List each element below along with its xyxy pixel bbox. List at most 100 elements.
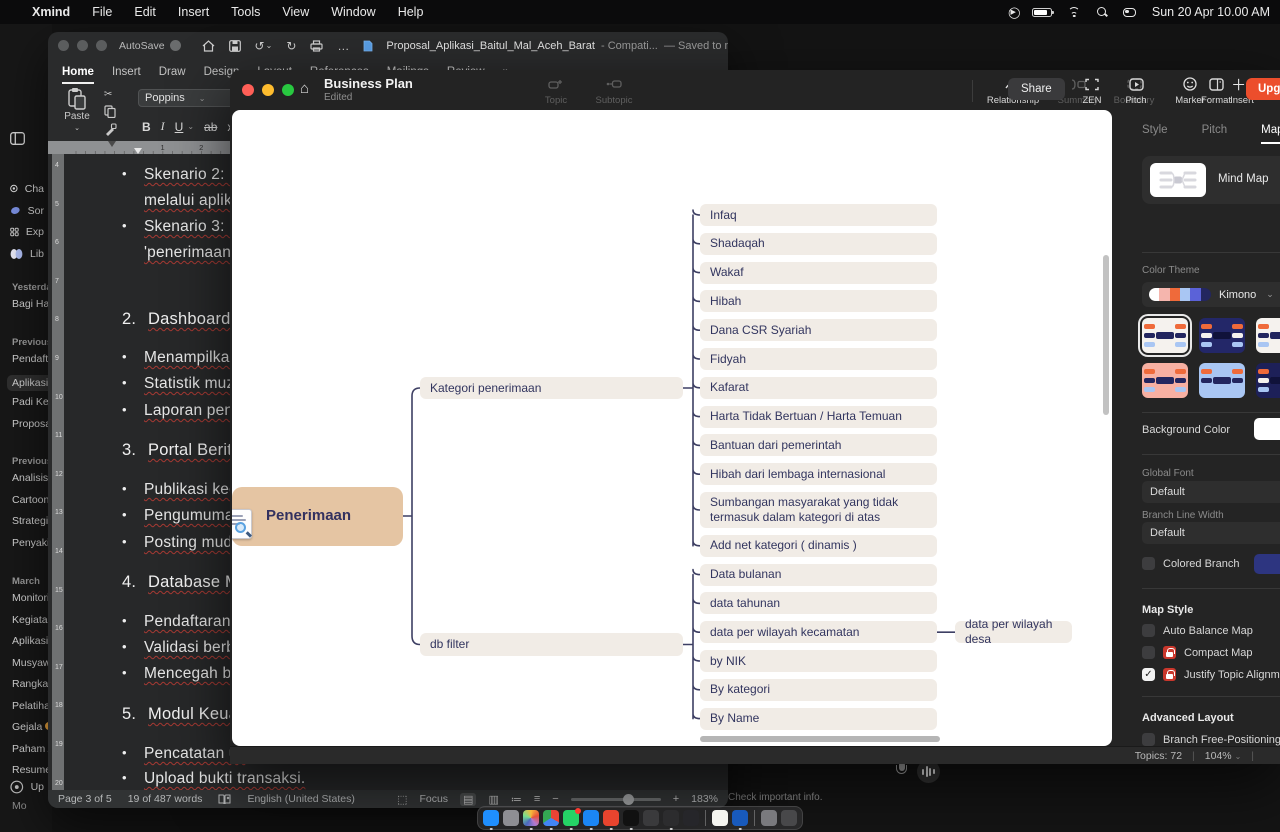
chat-history-item[interactable]: Cartoon — [12, 494, 49, 506]
chat-history-item[interactable]: Kegiatan — [12, 614, 52, 626]
dock-finder-icon[interactable] — [483, 810, 499, 826]
chat-history-item[interactable]: Monitori — [12, 592, 49, 604]
sub-topic[interactable]: data per wilayah desa — [955, 621, 1072, 643]
web-layout-view-icon[interactable]: ▥ — [488, 793, 498, 806]
chatgpt-logo-nav-item[interactable]: Cha — [10, 182, 44, 195]
xmind-share-button[interactable]: Share — [1008, 78, 1065, 100]
menu-insert[interactable]: Insert — [178, 5, 209, 19]
print-icon[interactable] — [310, 40, 323, 52]
minimize-button[interactable] — [262, 84, 274, 96]
dock-folder-icon[interactable] — [643, 810, 659, 826]
autosave-toggle[interactable]: AutoSave — [119, 40, 181, 52]
theme-thumbnail[interactable] — [1256, 363, 1280, 398]
menu-view[interactable]: View — [282, 5, 309, 19]
search-icon[interactable] — [1097, 7, 1107, 17]
dock-word-icon[interactable] — [732, 810, 748, 826]
dock-photos-icon[interactable] — [523, 810, 539, 826]
canvas-vertical-scrollbar[interactable] — [1103, 255, 1109, 415]
menu-edit[interactable]: Edit — [134, 5, 156, 19]
colored-branch-checkbox[interactable]: Colored Branch — [1142, 557, 1239, 570]
theme-thumbnail[interactable] — [1142, 363, 1188, 398]
cut-icon[interactable]: ✂ — [104, 89, 112, 100]
library-nav-item[interactable]: Lib — [10, 248, 44, 260]
close-button[interactable] — [242, 84, 254, 96]
upgrade-button[interactable]: Upgrade — [1246, 78, 1280, 100]
sub-topic[interactable]: Add net kategori ( dinamis ) — [700, 535, 937, 557]
branch-free-positioning-checkbox[interactable]: Branch Free-Positioning — [1142, 733, 1280, 746]
structure-card[interactable]: Mind Map — [1142, 156, 1280, 204]
microphone-icon[interactable] — [896, 762, 909, 780]
topic-button[interactable]: Topic — [530, 76, 582, 106]
chat-history-item[interactable]: Bagi Has — [12, 298, 52, 310]
dock-system-settings-icon[interactable] — [503, 810, 519, 826]
dock-safari-icon[interactable] — [583, 810, 599, 826]
sub-topic[interactable]: Wakaf — [700, 262, 937, 284]
chat-history-item[interactable]: Strategi — [12, 515, 48, 527]
menu-app[interactable]: Xmind — [32, 5, 70, 19]
wifi-icon[interactable] — [1068, 7, 1081, 17]
panel-tab-map[interactable]: Map — [1261, 124, 1280, 144]
justify-topic-alignment-checkbox[interactable]: ✓Justify Topic Alignment — [1142, 668, 1280, 681]
word-tab-draw[interactable]: Draw — [159, 66, 186, 78]
word-traffic-lights[interactable] — [58, 40, 115, 51]
vertical-ruler[interactable]: 4567891011121314151617181920 — [52, 154, 64, 790]
italic-button[interactable]: I — [161, 119, 165, 134]
dock-whatsapp-icon[interactable] — [563, 810, 579, 826]
outline-view-icon[interactable]: ≔ — [511, 793, 522, 806]
color-theme-select[interactable]: Kimono ⌄ — [1142, 282, 1280, 307]
dock-app-dark-1-icon[interactable] — [663, 810, 679, 826]
sub-topic[interactable]: data tahunan — [700, 592, 937, 614]
branch-topic[interactable]: db filter — [420, 633, 683, 656]
focus-label[interactable]: Focus — [419, 793, 448, 805]
chat-history-item[interactable]: Padi Ken — [12, 396, 52, 408]
chat-history-item[interactable]: Resume — [12, 764, 51, 776]
control-center-icon[interactable] — [1123, 8, 1136, 17]
background-color-swatch[interactable] — [1254, 418, 1280, 440]
sub-topic[interactable]: Hibah dari lembaga internasional — [700, 463, 937, 485]
chat-history-item[interactable]: Aplikasi — [7, 375, 52, 391]
canvas-zoom-level[interactable]: 104% ⌄ — [1205, 750, 1241, 762]
zoom-percent[interactable]: 183% — [691, 793, 718, 805]
undo-icon[interactable]: ↺⌄ — [255, 39, 273, 53]
play-circle-icon[interactable]: ◯▶ — [1008, 6, 1016, 19]
copy-icon[interactable] — [104, 105, 116, 118]
format-button[interactable]: Format — [1190, 76, 1242, 106]
underline-chevron-icon[interactable]: ⌄ — [187, 122, 194, 131]
chat-history-item[interactable]: Proposa — [12, 418, 51, 430]
sidebar-toggle-icon[interactable] — [10, 132, 44, 145]
save-icon[interactable] — [229, 40, 241, 52]
home-icon[interactable] — [202, 40, 215, 52]
panel-tab-style[interactable]: Style — [1142, 124, 1168, 144]
print-layout-view-icon[interactable]: ▤ — [460, 793, 476, 806]
sub-topic[interactable]: Data bulanan — [700, 564, 937, 586]
global-font-select[interactable]: Default — [1142, 481, 1280, 503]
word-tab-insert[interactable]: Insert — [112, 66, 141, 78]
page-indicator[interactable]: Page 3 of 5 — [58, 793, 112, 805]
proofing-icon[interactable] — [218, 794, 231, 805]
branch-line-width-select[interactable]: Default — [1142, 522, 1280, 544]
dock-magic-mouse-icon[interactable] — [761, 810, 777, 826]
zoom-in-icon[interactable]: + — [673, 793, 679, 805]
compact-map-checkbox[interactable]: Compact Map — [1142, 646, 1252, 659]
theme-thumbnail[interactable] — [1199, 363, 1245, 398]
underline-button[interactable]: U — [175, 120, 184, 134]
paste-button[interactable]: Paste ⌄ — [60, 87, 94, 133]
chat-history-item[interactable]: Pelatiha — [12, 700, 50, 712]
sub-topic[interactable]: data per wilayah kecamatan — [700, 621, 937, 643]
sub-topic[interactable]: Sumbangan masyarakat yang tidak termasuk… — [700, 492, 937, 528]
colored-branch-swatch[interactable] — [1254, 554, 1280, 574]
chat-history-item[interactable]: Analisis — [12, 472, 48, 484]
strikethrough-button[interactable]: ab — [204, 120, 217, 134]
sub-topic[interactable]: Bantuan dari pemerintah — [700, 434, 937, 456]
focus-icon[interactable]: ⬚ — [397, 793, 407, 806]
canvas-horizontal-scrollbar[interactable] — [700, 736, 940, 742]
sub-topic[interactable]: By kategori — [700, 679, 937, 701]
chat-history-item[interactable]: Musyaw — [12, 657, 51, 669]
sub-topic[interactable]: Hibah — [700, 290, 937, 312]
dock-notes-icon[interactable] — [712, 810, 728, 826]
menu-window[interactable]: Window — [331, 5, 375, 19]
subtopic-button[interactable]: Subtopic — [588, 76, 640, 106]
menu-clock[interactable]: Sun 20 Apr 10.00 AM — [1152, 5, 1270, 19]
maximize-button[interactable] — [282, 84, 294, 96]
branch-topic[interactable]: Kategori penerimaan — [420, 377, 683, 399]
